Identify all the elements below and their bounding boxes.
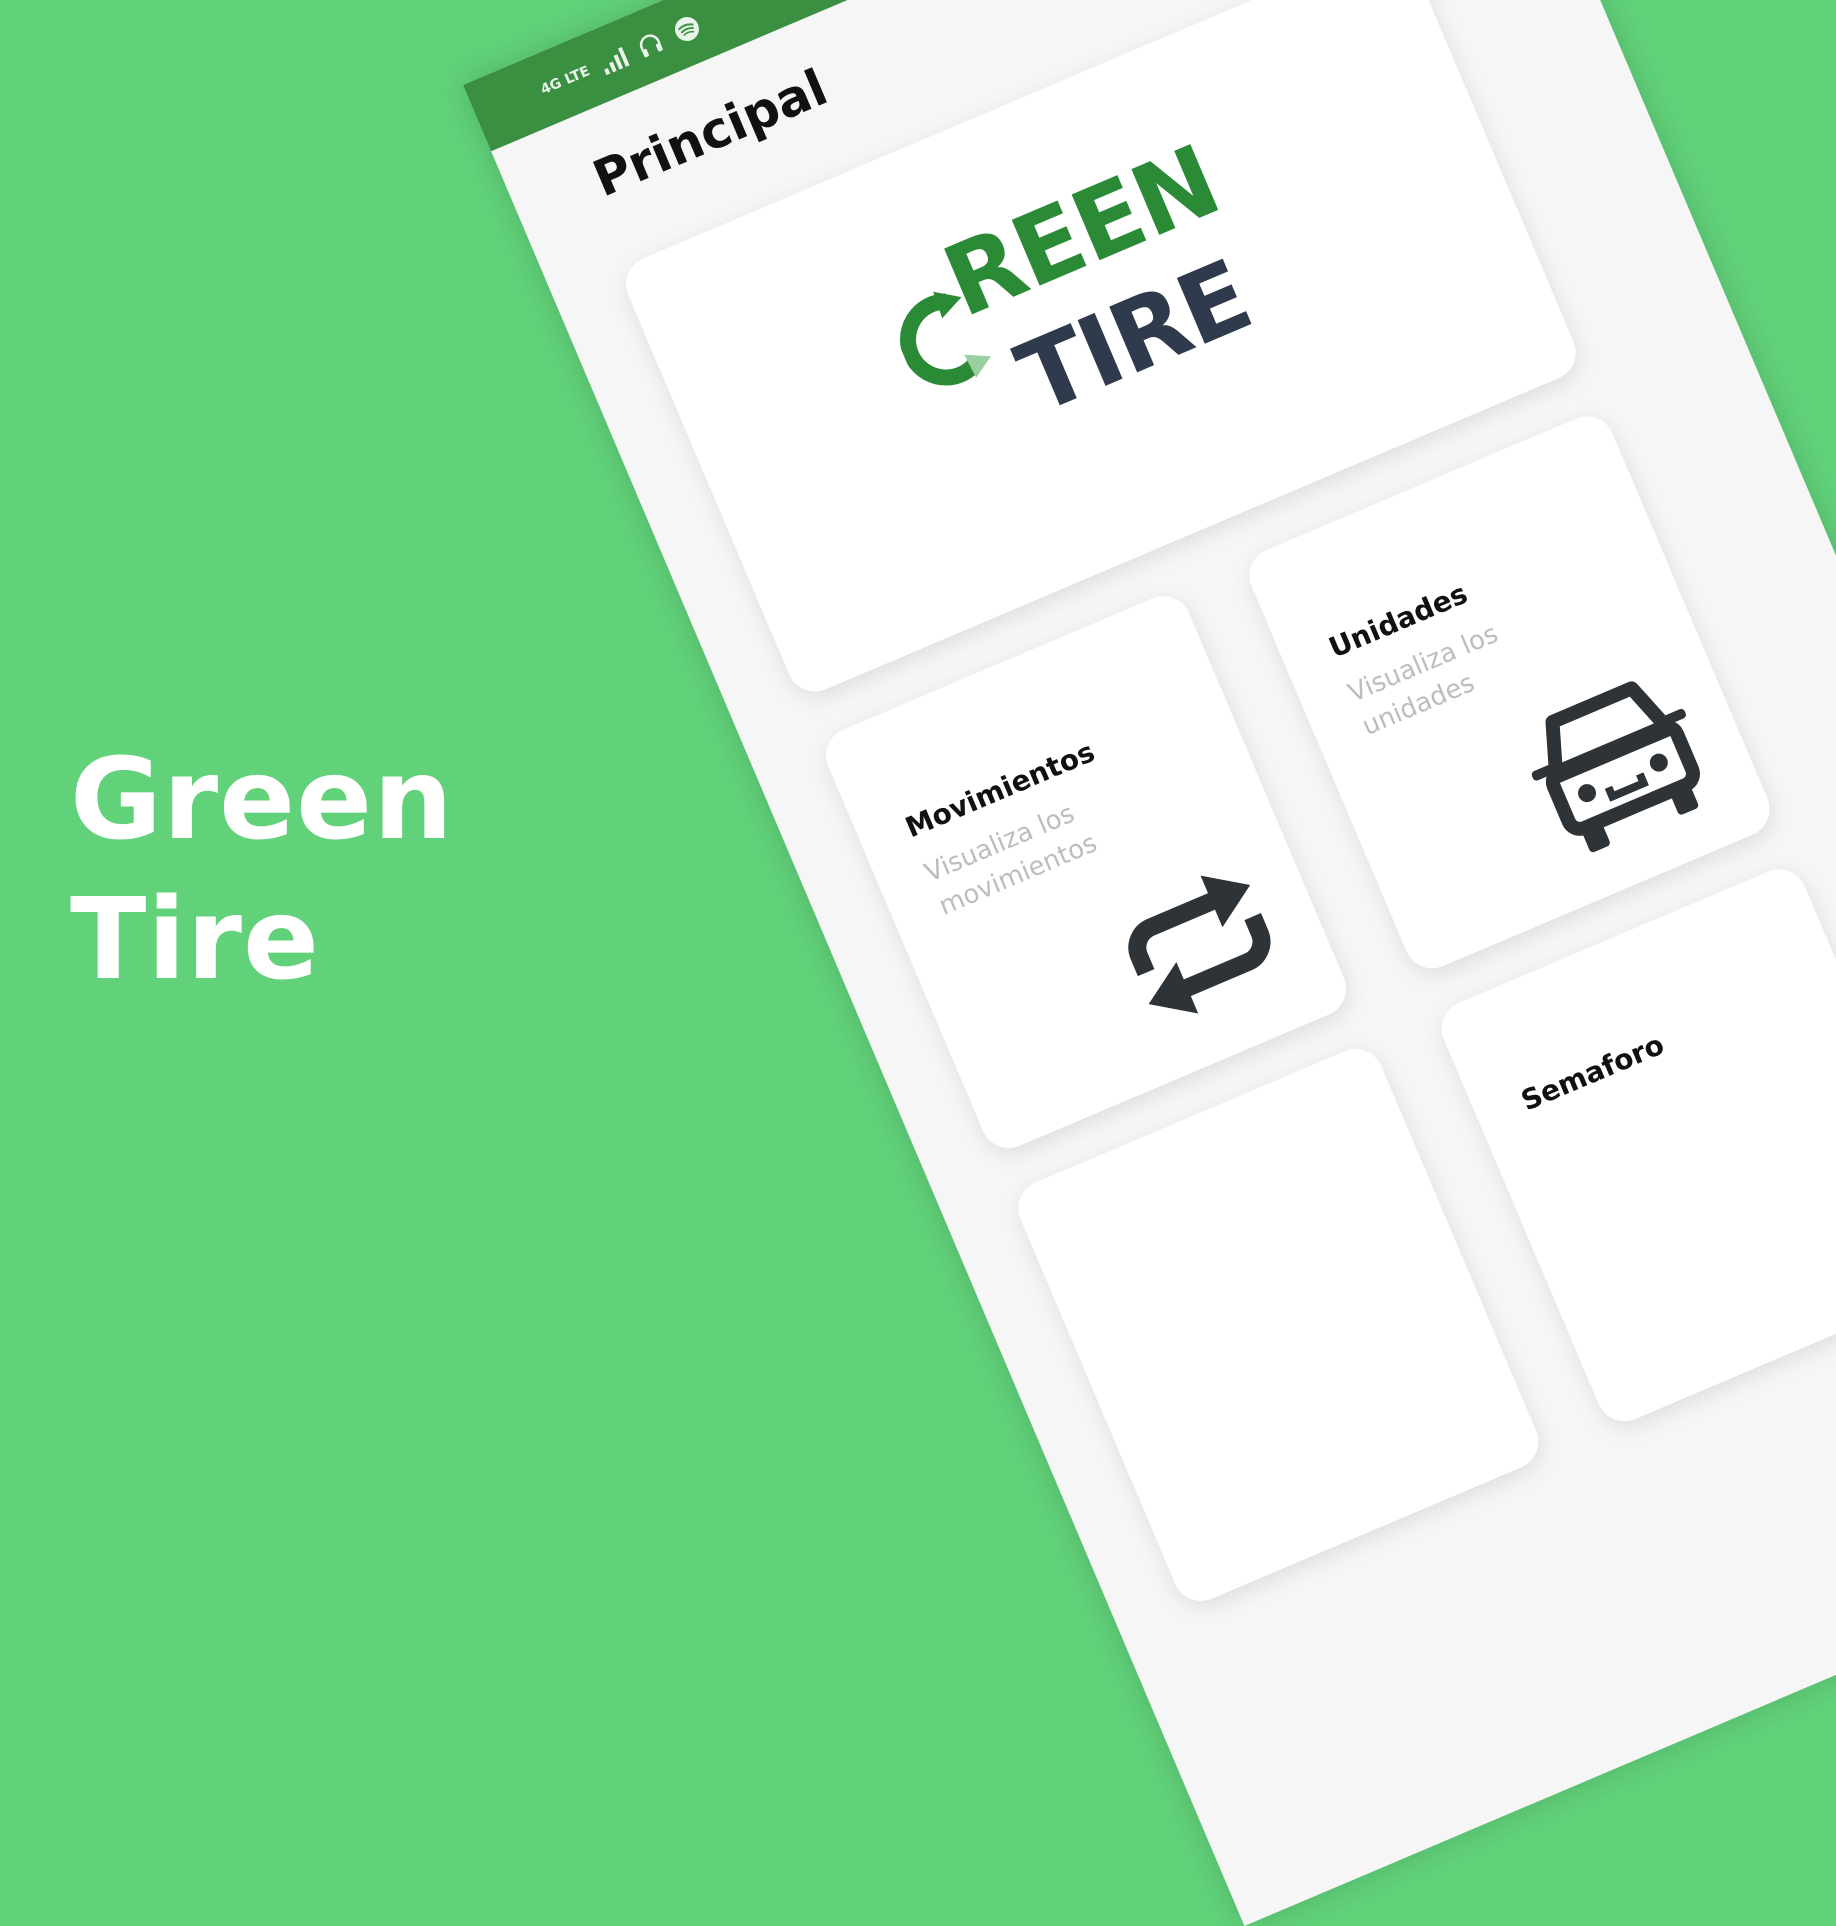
status-icons: 4G LTE <box>534 6 707 110</box>
card-title: Semaforo <box>1516 1027 1669 1118</box>
spotify-icon <box>674 17 699 42</box>
headphones-icon <box>639 34 663 58</box>
hero-title-line-2: Tire <box>70 875 320 1005</box>
car-icon <box>1531 681 1700 853</box>
movimientos-card[interactable]: Movimientos Visualiza los movimientos <box>817 587 1355 1157</box>
hero-title: Green Tire <box>70 730 454 1010</box>
repeat-icon <box>1128 875 1271 1014</box>
phone-screen: 4G LTE Principal REEN TIRE Movimientos V… <box>463 0 1836 1926</box>
network-type-label: 4G LTE <box>538 63 593 99</box>
unidades-card[interactable]: Unidades Visualiza los unidades <box>1240 407 1779 977</box>
hero-title-line-1: Green <box>70 735 454 865</box>
signal-icon <box>598 45 630 76</box>
green-tire-logo: REEN TIRE <box>864 110 1325 502</box>
hidden-card[interactable] <box>1009 1040 1548 1610</box>
